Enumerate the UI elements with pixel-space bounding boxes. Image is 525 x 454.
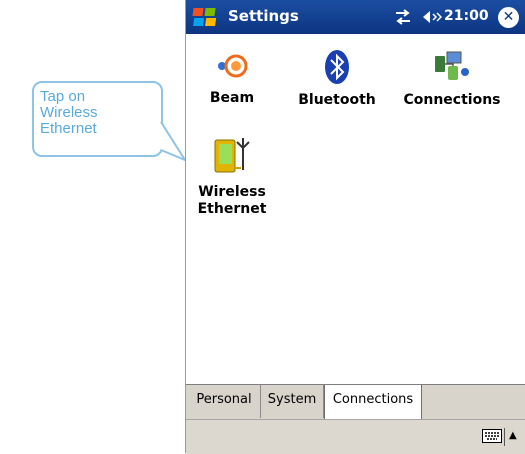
connections-item[interactable]: Connections <box>391 48 513 109</box>
close-icon[interactable]: ✕ <box>498 7 519 28</box>
tab-personal[interactable]: Personal <box>188 385 261 418</box>
connectivity-icon[interactable] <box>394 9 412 25</box>
callout-line-1: Tap on <box>40 88 86 105</box>
command-bar: ▲ <box>186 419 525 454</box>
settings-content: Beam Bluetooth Connections Wireless Ethe… <box>186 34 525 384</box>
connections-label: Connections <box>403 92 501 108</box>
instruction-callout: Tap on Wireless Ethernet <box>32 81 163 157</box>
wireless-ethernet-label-line2: Ethernet <box>197 201 267 217</box>
callout-text: Tap on Wireless Ethernet <box>40 89 98 137</box>
volume-icon[interactable] <box>422 9 442 25</box>
bluetooth-icon <box>325 50 349 84</box>
pocket-pc-screen: Settings 21:00 ✕ Beam Bluetooth Connecti… <box>185 0 525 454</box>
bluetooth-label: Bluetooth <box>298 92 376 108</box>
beam-icon <box>218 54 248 78</box>
beam-item[interactable]: Beam <box>184 48 280 107</box>
connections-icon <box>435 51 469 80</box>
window-title: Settings <box>228 7 299 25</box>
beam-label: Beam <box>209 90 255 106</box>
bluetooth-item[interactable]: Bluetooth <box>289 48 385 109</box>
callout-line-3: Ethernet <box>40 120 97 137</box>
input-menu-arrow-icon[interactable]: ▲ <box>509 430 517 441</box>
tab-bar: Personal System Connections <box>186 384 525 420</box>
wireless-ethernet-label-line1: Wireless <box>198 184 266 200</box>
clock[interactable]: 21:00 <box>444 8 489 24</box>
keyboard-icon[interactable] <box>482 429 502 443</box>
wireless-ethernet-item[interactable]: Wireless Ethernet <box>184 134 280 218</box>
tab-system[interactable]: System <box>261 385 324 418</box>
tab-connections[interactable]: Connections <box>324 385 422 420</box>
callout-line-2: Wireless <box>40 104 98 121</box>
windows-start-icon[interactable] <box>192 5 218 29</box>
title-bar: Settings 21:00 ✕ <box>186 0 525 34</box>
wireless-ethernet-icon <box>214 138 250 173</box>
keyboard-separator <box>504 428 505 446</box>
